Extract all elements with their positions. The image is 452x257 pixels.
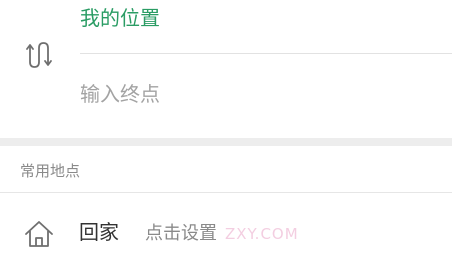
section-divider xyxy=(0,192,452,193)
set-home-link[interactable]: 点击设置 xyxy=(145,221,217,247)
home-place-row[interactable]: 回家 点击设置 ZXY.COM xyxy=(0,210,452,257)
destination-input[interactable]: 输入终点 xyxy=(80,80,160,108)
home-icon xyxy=(25,221,53,247)
field-divider xyxy=(80,53,452,54)
watermark: ZXY.COM xyxy=(225,225,299,243)
start-location-field[interactable]: 我的位置 xyxy=(80,4,160,32)
route-input-card: 我的位置 输入终点 xyxy=(0,0,452,138)
home-label: 回家 xyxy=(79,220,119,244)
frequent-places-panel: 常用地点 回家 点击设置 ZXY.COM xyxy=(0,146,452,257)
swap-route-icon[interactable] xyxy=(26,40,54,70)
section-title: 常用地点 xyxy=(20,162,81,180)
